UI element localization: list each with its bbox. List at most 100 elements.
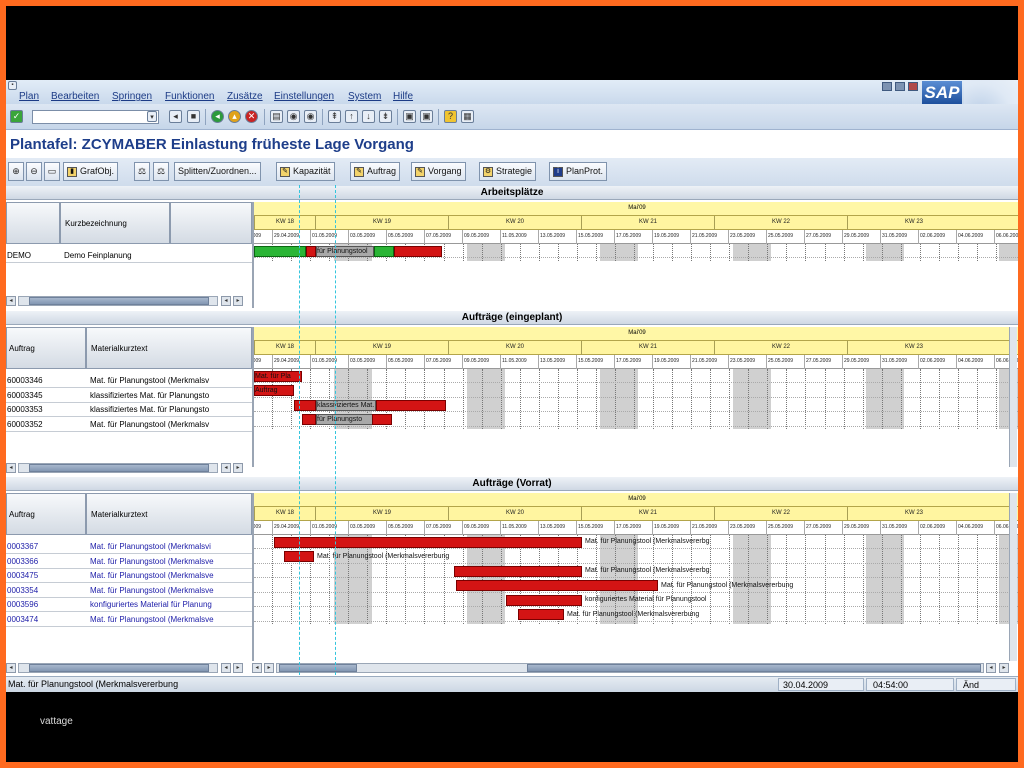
gantt-bar[interactable] bbox=[394, 245, 442, 257]
first-page-icon[interactable]: ⇞ bbox=[328, 110, 341, 123]
gantt-bar[interactable] bbox=[306, 245, 316, 257]
scroll-right-icon[interactable]: ▸ bbox=[999, 663, 1009, 673]
gantt-bar[interactable]: Mat. für Pla bbox=[254, 370, 302, 382]
table-row[interactable]: 0003366 Mat. für Planungstool (Merkmalsve bbox=[6, 555, 252, 569]
layout-menu-icon[interactable]: ▦ bbox=[461, 110, 474, 123]
previous-page-icon[interactable]: ↑ bbox=[345, 110, 358, 123]
horizontal-scrollbar[interactable] bbox=[18, 296, 218, 306]
horizontal-scrollbar[interactable] bbox=[18, 663, 218, 673]
table-row[interactable]: 0003474 Mat. für Planungstool (Merkmalsve bbox=[6, 613, 252, 627]
last-page-icon[interactable]: ⇟ bbox=[379, 110, 392, 123]
column-header-materialkurztext[interactable]: Materialkurztext bbox=[86, 327, 252, 369]
table-row[interactable]: 60003346 Mat. für Planungstool (Merkmalsv bbox=[6, 374, 252, 388]
scroll-right-icon[interactable]: ▸ bbox=[233, 463, 243, 473]
shortcut-icon[interactable]: ▣ bbox=[420, 110, 433, 123]
scroll-left-icon[interactable]: ◂ bbox=[6, 663, 16, 673]
gantt-bar[interactable] bbox=[274, 536, 582, 548]
scroll-right-icon[interactable]: ▸ bbox=[233, 296, 243, 306]
menu-zusaetze[interactable]: Zusätze bbox=[227, 91, 263, 102]
gantt-chart-eingeplant[interactable]: Mai'09KW 18KW 19KW 20KW 21KW 22KW 2327.0… bbox=[252, 327, 1018, 467]
table-row[interactable]: 60003352 Mat. für Planungstool (Merkmalsv bbox=[6, 418, 252, 432]
table-row[interactable]: 60003345 klassifiziertes Mat. für Planung… bbox=[6, 389, 252, 403]
overview-icon[interactable]: ▭ bbox=[44, 162, 60, 181]
gantt-bar[interactable] bbox=[376, 399, 446, 411]
chart-horizontal-scrollbar[interactable] bbox=[276, 663, 984, 673]
menu-system[interactable]: System bbox=[348, 91, 381, 102]
gantt-bar[interactable] bbox=[372, 414, 392, 425]
row-id: DEMO bbox=[7, 251, 31, 260]
find-icon[interactable]: ◉ bbox=[287, 110, 300, 123]
gantt-bar[interactable]: Auftrag bbox=[254, 385, 294, 396]
column-header-id[interactable] bbox=[6, 202, 60, 244]
back-icon[interactable]: ◂ bbox=[211, 110, 224, 123]
splitten-zuordnen-button[interactable]: Splitten/Zuordnen... bbox=[174, 162, 261, 181]
gantt-bar[interactable] bbox=[302, 414, 316, 425]
gantt-bar[interactable] bbox=[374, 245, 394, 257]
table-row[interactable]: 0003475 Mat. für Planungstool (Merkmalsve bbox=[6, 569, 252, 583]
gantt-bar[interactable] bbox=[506, 594, 582, 606]
menu-bearbeiten[interactable]: Bearbeiten bbox=[51, 91, 99, 102]
menu-plan[interactable]: Plan bbox=[19, 91, 39, 102]
new-session-icon[interactable]: ▣ bbox=[403, 110, 416, 123]
minimize-icon[interactable] bbox=[882, 82, 892, 91]
save-icon[interactable]: ■ bbox=[187, 110, 200, 123]
menu-funktionen[interactable]: Funktionen bbox=[165, 91, 214, 102]
column-header-auftrag[interactable]: Auftrag bbox=[6, 327, 86, 369]
scroll-right-icon[interactable]: ▸ bbox=[233, 663, 243, 673]
scroll-left-icon[interactable]: ◂ bbox=[221, 463, 231, 473]
vertical-scrollbar[interactable] bbox=[1009, 493, 1017, 661]
filter-icon[interactable]: ⚖ bbox=[134, 162, 150, 181]
maximize-icon[interactable] bbox=[895, 82, 905, 91]
zoom-in-icon[interactable]: ⊕ bbox=[8, 162, 24, 181]
menu-hilfe[interactable]: Hilfe bbox=[393, 91, 413, 102]
scroll-right-icon[interactable]: ▸ bbox=[264, 663, 274, 673]
column-header-empty[interactable] bbox=[170, 202, 252, 244]
print-icon[interactable]: ▤ bbox=[270, 110, 283, 123]
kapazitat-button[interactable]: ✎ Kapazität bbox=[276, 162, 335, 181]
auftrag-button[interactable]: ✎ Auftrag bbox=[350, 162, 401, 181]
scroll-left-icon[interactable]: ◂ bbox=[221, 296, 231, 306]
scroll-left-icon[interactable]: ◂ bbox=[221, 663, 231, 673]
menu-springen[interactable]: Springen bbox=[112, 91, 152, 102]
vorgang-button[interactable]: ✎ Vorgang bbox=[411, 162, 466, 181]
column-header-kurzbezeichnung[interactable]: Kurzbezeichnung bbox=[60, 202, 170, 244]
table-row[interactable]: 60003353 klassifiziertes Mat. für Planung… bbox=[6, 403, 252, 417]
gantt-chart-arbeitsplaetze[interactable]: Mai'09KW 18KW 19KW 20KW 21KW 22KW 2327.0… bbox=[252, 202, 1018, 308]
find-next-icon[interactable]: ◉ bbox=[304, 110, 317, 123]
strategie-button[interactable]: ⚙ Strategie bbox=[479, 162, 537, 181]
gantt-chart-vorrat[interactable]: Mai'09KW 18KW 19KW 20KW 21KW 22KW 2327.0… bbox=[252, 493, 1018, 661]
column-header-materialkurztext[interactable]: Materialkurztext bbox=[86, 493, 252, 535]
scroll-left-icon[interactable]: ◂ bbox=[6, 463, 16, 473]
table-row[interactable]: 0003354 Mat. für Planungstool (Merkmalsve bbox=[6, 584, 252, 598]
gantt-bar[interactable] bbox=[454, 565, 582, 577]
scroll-left-icon[interactable]: ◂ bbox=[252, 663, 262, 673]
menu-einstellungen[interactable]: Einstellungen bbox=[274, 91, 334, 102]
gantt-bar[interactable] bbox=[518, 609, 564, 620]
table-row[interactable]: 0003596 konfiguriertes Material für Planu… bbox=[6, 598, 252, 612]
command-field[interactable] bbox=[32, 110, 159, 124]
table-row[interactable]: 0003367 Mat. für Planungstool (Merkmalsvi bbox=[6, 540, 252, 554]
enter-icon[interactable]: ✓ bbox=[10, 110, 23, 123]
grafobj-button[interactable]: ▮ GrafObj. bbox=[63, 162, 119, 181]
help-icon[interactable]: ? bbox=[444, 110, 457, 123]
cancel-icon[interactable]: ✕ bbox=[245, 110, 258, 123]
command-dropdown-icon[interactable]: ▾ bbox=[147, 111, 157, 122]
gantt-bar[interactable]: für Planungstool bbox=[316, 245, 374, 257]
zoom-out-icon[interactable]: ⊖ bbox=[26, 162, 42, 181]
close-icon[interactable] bbox=[908, 82, 918, 91]
exit-icon[interactable]: ▴ bbox=[228, 110, 241, 123]
scroll-left-icon[interactable]: ◂ bbox=[6, 296, 16, 306]
horizontal-scrollbar[interactable] bbox=[18, 463, 218, 473]
scroll-left-icon[interactable]: ◂ bbox=[986, 663, 996, 673]
table-row[interactable]: DEMO Demo Feinplanung bbox=[6, 249, 252, 263]
gantt-bar[interactable]: klassifiziertes Mat. für bbox=[316, 399, 384, 411]
next-page-icon[interactable]: ↓ bbox=[362, 110, 375, 123]
vertical-scrollbar[interactable] bbox=[1009, 327, 1017, 467]
gantt-bar[interactable] bbox=[456, 580, 658, 591]
planprot-button[interactable]: i PlanProt. bbox=[549, 162, 608, 181]
gantt-bar[interactable] bbox=[294, 399, 316, 411]
window-icon[interactable]: ▪ bbox=[8, 81, 17, 90]
column-header-auftrag[interactable]: Auftrag bbox=[6, 493, 86, 535]
select-icon[interactable]: ⚖ bbox=[153, 162, 169, 181]
back-history-icon[interactable]: ◂ bbox=[169, 110, 182, 123]
